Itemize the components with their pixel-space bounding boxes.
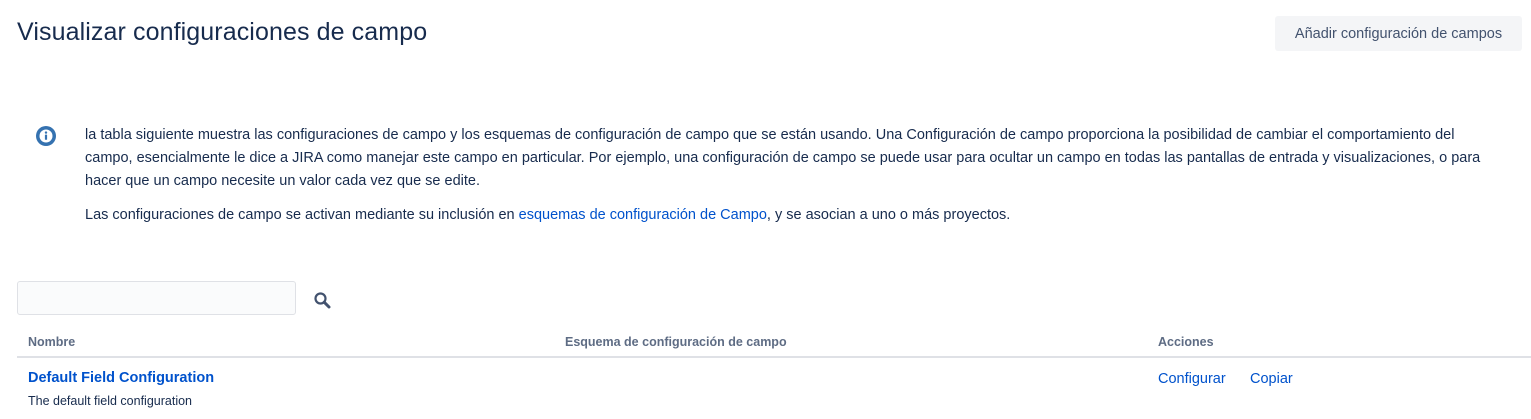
- info-text-before-link: Las configuraciones de campo se activan …: [85, 207, 519, 223]
- column-header-actions: Acciones: [1158, 335, 1214, 349]
- info-text-after-link: , y se asocian a uno o más proyectos.: [766, 207, 1011, 223]
- field-configuration-schemes-link[interactable]: esquemas de configuración de Campo: [519, 207, 767, 223]
- info-paragraph-schemes: Las configuraciones de campo se activan …: [85, 204, 1505, 227]
- field-configuration-name-link[interactable]: Default Field Configuration: [28, 370, 214, 386]
- configure-link[interactable]: Configurar: [1158, 371, 1226, 387]
- add-field-configuration-button[interactable]: Añadir configuración de campos: [1275, 16, 1522, 51]
- info-message: la tabla siguiente muestra las configura…: [85, 124, 1505, 227]
- search-icon: [312, 292, 334, 315]
- page-title: Visualizar configuraciones de campo: [17, 18, 428, 46]
- column-header-scheme: Esquema de configuración de campo: [565, 335, 787, 349]
- table-header-divider: [17, 356, 1531, 358]
- copy-link[interactable]: Copiar: [1250, 371, 1293, 387]
- info-paragraph: la tabla siguiente muestra las configura…: [85, 127, 1481, 189]
- column-header-name: Nombre: [28, 335, 76, 349]
- search-button[interactable]: [312, 290, 334, 312]
- field-configuration-description: The default field configuration: [28, 394, 192, 408]
- search-input[interactable]: [17, 281, 296, 315]
- info-icon: [35, 125, 57, 147]
